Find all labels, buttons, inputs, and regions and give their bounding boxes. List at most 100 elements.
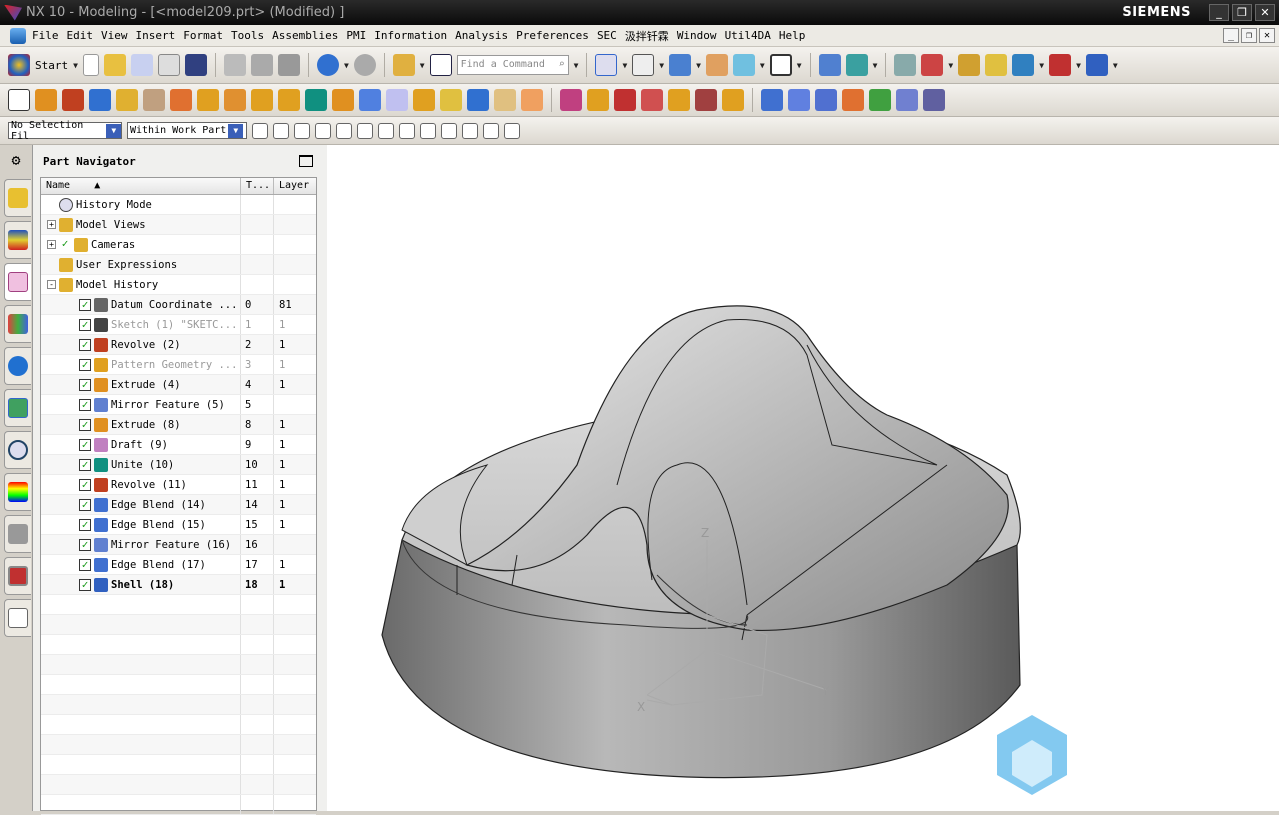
blank-icon[interactable] bbox=[157, 54, 180, 76]
tree-row[interactable]: ✓ Edge Blend (17) 17 1 bbox=[41, 555, 316, 575]
open-drawing-icon[interactable] bbox=[130, 54, 153, 76]
visibility-checkbox[interactable]: ✓ bbox=[79, 478, 91, 491]
menu-format[interactable]: Format bbox=[181, 29, 229, 42]
visibility-checkbox[interactable]: ✓ bbox=[79, 458, 91, 471]
tree-row[interactable]: ✓ Datum Coordinate ... 0 81 bbox=[41, 295, 316, 315]
visibility-checkbox[interactable]: ✓ bbox=[79, 418, 91, 431]
tree-row[interactable]: ✓ Shell (18) 18 1 bbox=[41, 575, 316, 595]
chamfer-icon[interactable] bbox=[494, 89, 516, 111]
trim-body-icon[interactable] bbox=[359, 89, 381, 111]
extract-icon[interactable] bbox=[413, 89, 435, 111]
tree-row[interactable]: ✓ Edge Blend (14) 14 1 bbox=[41, 495, 316, 515]
start-icon[interactable] bbox=[8, 54, 30, 76]
resize-blend-icon[interactable] bbox=[668, 89, 690, 111]
tree-row[interactable]: ✓ Draft (9) 9 1 bbox=[41, 435, 316, 455]
collapse-icon[interactable]: - bbox=[47, 280, 56, 289]
layer-icon[interactable] bbox=[894, 54, 917, 76]
edit-section-icon[interactable] bbox=[705, 54, 728, 76]
menu-window[interactable]: Window bbox=[675, 29, 723, 42]
point-on-curve-icon[interactable] bbox=[462, 122, 478, 139]
doc-minimize-button[interactable]: _ bbox=[1223, 28, 1239, 43]
copy-icon[interactable] bbox=[250, 54, 273, 76]
cursor-location-icon[interactable] bbox=[294, 122, 310, 139]
process-studio-tab[interactable] bbox=[4, 515, 31, 553]
pattern-feature-icon[interactable] bbox=[224, 89, 246, 111]
menu-util4da[interactable]: Util4DA bbox=[723, 29, 777, 42]
law-extension-icon[interactable] bbox=[815, 89, 837, 111]
end-point-icon[interactable] bbox=[336, 122, 352, 139]
split-body-icon[interactable] bbox=[386, 89, 408, 111]
replace-face-icon[interactable] bbox=[641, 89, 663, 111]
visibility-checkbox[interactable]: ✓ bbox=[79, 358, 91, 371]
tree-row[interactable]: ✓ Pattern Geometry ... 3 1 bbox=[41, 355, 316, 375]
view-orient-icon[interactable] bbox=[632, 54, 655, 76]
menu-preferences[interactable]: Preferences bbox=[514, 29, 595, 42]
cut-icon[interactable] bbox=[223, 54, 246, 76]
tree-row[interactable]: ✓ Extrude (8) 8 1 bbox=[41, 415, 316, 435]
existing-point-icon[interactable] bbox=[315, 122, 331, 139]
expand-icon[interactable]: + bbox=[47, 220, 56, 229]
grid-icon[interactable] bbox=[504, 122, 520, 139]
hd3d-tools-tab[interactable] bbox=[4, 347, 31, 385]
synchronous-icon[interactable] bbox=[722, 89, 744, 111]
visibility-checkbox[interactable]: ✓ bbox=[79, 578, 91, 591]
pocket-icon[interactable] bbox=[143, 89, 165, 111]
control-point-icon[interactable] bbox=[357, 122, 373, 139]
styled-sweep-icon[interactable] bbox=[896, 89, 918, 111]
maximize-icon[interactable] bbox=[299, 155, 313, 167]
app-menu-icon[interactable] bbox=[10, 27, 26, 44]
tree-row[interactable]: ✓ Extrude (4) 4 1 bbox=[41, 375, 316, 395]
graphics-viewport[interactable]: Z Y X bbox=[327, 145, 1279, 811]
reuse-library-tab[interactable] bbox=[4, 305, 31, 343]
open-icon[interactable] bbox=[103, 54, 126, 76]
menu-edit[interactable]: Edit bbox=[65, 29, 100, 42]
measure-icon[interactable] bbox=[921, 54, 944, 76]
constraint-navigator-tab[interactable] bbox=[4, 221, 31, 259]
menu-insert[interactable]: Insert bbox=[134, 29, 182, 42]
menu-view[interactable]: View bbox=[99, 29, 134, 42]
extrude-icon[interactable] bbox=[35, 89, 57, 111]
selection-scope-dropdown[interactable]: Within Work Part ▼ bbox=[127, 122, 247, 139]
start-button[interactable]: Start bbox=[35, 59, 68, 72]
info-icon[interactable] bbox=[429, 54, 452, 76]
menu-help[interactable]: Help bbox=[777, 29, 812, 42]
studio-surface-icon[interactable] bbox=[788, 89, 810, 111]
through-curves-icon[interactable] bbox=[761, 89, 783, 111]
tree-row[interactable]: ✓ Unite (10) 10 1 bbox=[41, 455, 316, 475]
column-timestamp[interactable]: T... bbox=[241, 178, 274, 194]
paste-icon[interactable] bbox=[277, 54, 300, 76]
emboss-icon[interactable] bbox=[170, 89, 192, 111]
tree-row[interactable]: ✓ Revolve (2) 2 1 bbox=[41, 335, 316, 355]
visibility-checkbox[interactable]: ✓ bbox=[79, 378, 91, 391]
view-select-icon[interactable] bbox=[1012, 54, 1035, 76]
find-command-input[interactable]: Find a Command ⌕ bbox=[456, 55, 569, 75]
unite-icon[interactable] bbox=[278, 89, 300, 111]
minimize-button[interactable]: _ bbox=[1209, 4, 1229, 21]
save-icon[interactable] bbox=[184, 54, 207, 76]
undo-icon[interactable] bbox=[316, 54, 339, 76]
part-navigator-tab[interactable] bbox=[4, 263, 31, 301]
boss-icon[interactable] bbox=[116, 89, 138, 111]
visibility-checkbox[interactable]: ✓ bbox=[79, 338, 91, 351]
arc-center-icon[interactable] bbox=[399, 122, 415, 139]
menu-item-12[interactable]: 汲拌钎霖 bbox=[623, 28, 675, 44]
tree-row[interactable]: ✓ Edge Blend (15) 15 1 bbox=[41, 515, 316, 535]
ruler-icon[interactable] bbox=[1085, 54, 1108, 76]
delete-face-icon[interactable] bbox=[614, 89, 636, 111]
column-name[interactable]: Name ▲ bbox=[41, 178, 241, 194]
dimension-icon[interactable] bbox=[1049, 54, 1072, 76]
assembly-icon[interactable] bbox=[392, 54, 415, 76]
move-object-icon[interactable] bbox=[845, 54, 868, 76]
web-browser-tab[interactable] bbox=[4, 389, 31, 427]
doc-close-button[interactable]: ✕ bbox=[1259, 28, 1275, 43]
visibility-checkbox[interactable]: ✓ bbox=[79, 318, 91, 331]
menu-analysis[interactable]: Analysis bbox=[453, 29, 514, 42]
expand-icon[interactable]: + bbox=[47, 240, 56, 249]
tree-row[interactable]: + ✓ Cameras bbox=[41, 235, 316, 255]
new-icon[interactable] bbox=[82, 54, 99, 76]
face-blend-icon[interactable] bbox=[842, 89, 864, 111]
constrain-face-icon[interactable] bbox=[695, 89, 717, 111]
tool-icon[interactable] bbox=[923, 89, 945, 111]
analysis-icon[interactable] bbox=[958, 54, 981, 76]
assembly-navigator-tab[interactable] bbox=[4, 179, 31, 217]
